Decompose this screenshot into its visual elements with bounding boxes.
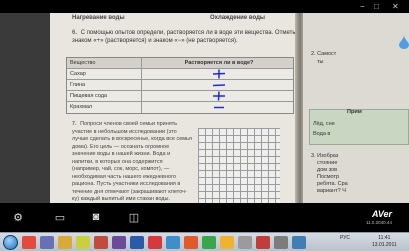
app-icon[interactable] — [94, 236, 108, 249]
page-header-left: Нагревание воды — [72, 15, 125, 21]
task-7: 7. Попроси членов своей семьи принять уч… — [72, 121, 192, 203]
word-icon[interactable] — [130, 236, 144, 249]
table-cell-substance: Крахмал — [67, 102, 142, 113]
minimize-button[interactable]: − — [360, 2, 365, 11]
examples-box-line-2: Вода в — [313, 131, 331, 137]
folder-icon[interactable] — [58, 236, 72, 249]
app-icon[interactable] — [166, 236, 180, 249]
table-col-substance: Вещество — [67, 58, 142, 68]
task-3-line: дом зов — [317, 167, 338, 173]
examples-box-line-1: Лёд, сне — [313, 121, 335, 127]
solubility-table: Вещество Растворяется ли в воде? Сахар Г… — [66, 57, 294, 114]
task-6: 6. С помощью опытов определи, растворяет… — [72, 29, 297, 45]
book-page-left: Нагревание воды Охлаждение воды 6. С пом… — [50, 13, 300, 203]
task-3-line: стояние — [317, 160, 338, 166]
task-2-line: ты — [317, 59, 324, 65]
app-icon[interactable] — [148, 236, 162, 249]
plus-mark — [211, 91, 227, 101]
windows-taskbar: РУС 11:41 13.01.2011 — [0, 232, 409, 251]
examples-box-title: Прим — [347, 109, 362, 115]
version-text: 11.0.2040.44 — [366, 220, 392, 225]
clock-time: 11:41 — [378, 235, 391, 241]
app-icon[interactable] — [274, 236, 288, 249]
table-col-dissolves: Растворяется ли в воде? — [184, 60, 254, 66]
camera-toolbar: ⚙ ▭ ◙ ◫ AVer 11.0.2040.44 — [0, 203, 409, 232]
maximize-button[interactable]: □ — [374, 2, 379, 11]
clock[interactable]: 11:41 13.01.2011 — [372, 235, 397, 249]
app-icon[interactable] — [220, 236, 234, 249]
task-2-heading: 2. Самост — [311, 51, 337, 57]
table-cell-mark — [142, 80, 293, 90]
task-3-line: ребята. Сра — [317, 181, 348, 187]
table-row: Сахар — [67, 69, 293, 80]
browser-icon[interactable] — [184, 236, 198, 249]
task-3-line: Посмотр — [317, 174, 340, 180]
task-7-text: Попроси членов своей семьи принять участ… — [72, 121, 192, 202]
record-video-icon[interactable]: ◙ — [88, 209, 104, 225]
task-6-text: С помощью опытов определи, растворяется … — [72, 30, 296, 44]
app-icon[interactable] — [112, 236, 126, 249]
table-cell-mark — [142, 91, 293, 101]
clock-date: 13.01.2011 — [372, 242, 397, 248]
table-header: Вещество Растворяется ли в воде? — [67, 58, 293, 69]
system-tray: РУС — [340, 235, 350, 241]
minus-mark — [211, 80, 227, 90]
task-3-line: вариант? Ч — [317, 188, 346, 194]
app-icon[interactable] — [76, 236, 90, 249]
table-cell-substance: Глина — [67, 80, 142, 90]
table-row: Глина — [67, 80, 293, 91]
language-indicator[interactable]: РУС — [340, 235, 350, 241]
app-icon[interactable] — [238, 236, 252, 249]
water-drop-icon — [399, 35, 409, 49]
aver-logo: AVer — [372, 209, 393, 219]
water-tracking-grid — [198, 128, 280, 203]
app-icon[interactable] — [292, 236, 306, 249]
title-bar: − □ ✕ — [0, 0, 409, 13]
crop-icon[interactable]: ▭ — [52, 209, 68, 225]
app-icon[interactable] — [22, 236, 36, 249]
task-7-number: 7. — [72, 121, 77, 127]
task-3-heading: 3. Изобраз — [311, 153, 339, 159]
table-row: Пищевая сода — [67, 91, 293, 102]
settings-gear-icon[interactable]: ⚙ — [10, 209, 26, 225]
camera-view: Нагревание воды Охлаждение воды 6. С пом… — [0, 13, 409, 203]
table-cell-substance: Пищевая сода — [67, 91, 142, 101]
task-6-number: 6. — [72, 30, 78, 36]
table-cell-substance: Сахар — [67, 69, 142, 79]
minus-mark — [211, 102, 227, 112]
start-button-icon[interactable] — [3, 235, 18, 250]
page-header-right: Охлаждение воды — [210, 15, 265, 21]
app-icon[interactable] — [256, 236, 270, 249]
plus-mark — [211, 69, 227, 79]
app-icon[interactable] — [202, 236, 216, 249]
capture-photo-icon[interactable]: ◫ — [126, 209, 142, 225]
table-cell-mark — [142, 69, 293, 79]
close-button[interactable]: ✕ — [392, 2, 399, 11]
table-row: Крахмал — [67, 102, 293, 113]
mail-icon[interactable] — [40, 236, 54, 249]
book-page-right: 2. Самост ты Прим Лёд, сне Вода в 3. Изо… — [303, 13, 409, 203]
table-cell-mark — [142, 102, 293, 113]
